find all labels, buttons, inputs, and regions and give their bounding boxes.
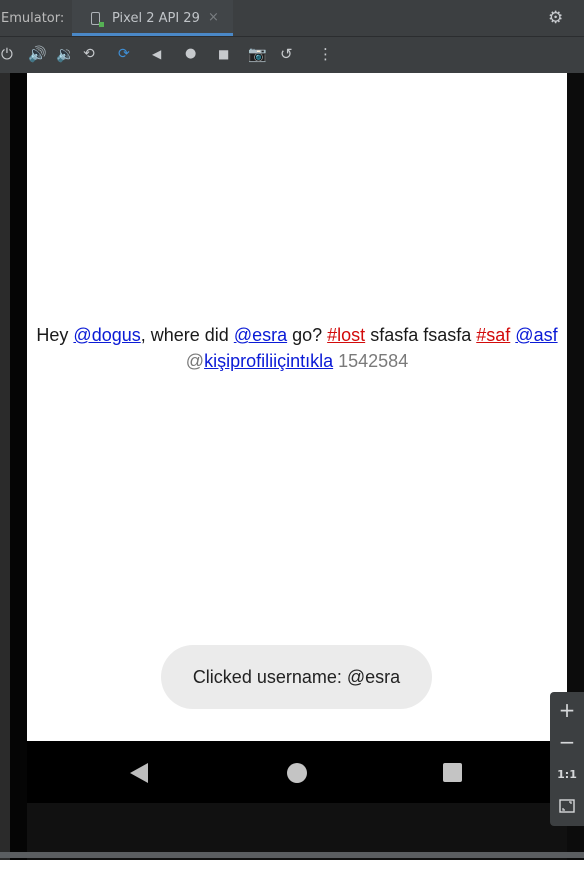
at-prefix: @ — [185, 351, 205, 371]
hashtag-link-saf[interactable]: #saf — [476, 325, 510, 345]
android-nav-bar — [27, 741, 567, 803]
rotate-left-icon[interactable]: ⟲ — [83, 45, 95, 63]
rotate-right-icon[interactable]: ⟳ — [118, 45, 130, 63]
text-segment: go? — [287, 325, 328, 345]
more-icon[interactable]: ⋮ — [318, 45, 333, 63]
device-icon — [91, 12, 104, 27]
zoom-controls: + − 1:1 — [550, 692, 584, 826]
close-tab-icon[interactable]: × — [208, 10, 219, 25]
mention-link-esra[interactable]: @esra — [234, 325, 287, 345]
toast-message: Clicked username: @esra — [161, 645, 432, 709]
gear-icon[interactable]: ⚙ — [548, 8, 563, 28]
window-bottom-border — [0, 852, 584, 858]
frame-bezel-left — [10, 73, 27, 860]
home-icon[interactable]: ● — [185, 45, 196, 63]
tab-label: Pixel 2 API 29 — [112, 11, 200, 26]
emulator-toolbar: ⏻ 🔊 🔉 ⟲ ⟳ ◀ ● ■ 📷 ↺ ⋮ — [0, 36, 584, 73]
overview-icon[interactable]: ■ — [218, 45, 229, 63]
panel-title: Emulator: — [1, 11, 65, 26]
hashtag-link-lost[interactable]: #lost — [327, 325, 365, 345]
power-icon[interactable]: ⏻ — [1, 45, 13, 63]
text-segment: sfasfa fsasfa — [365, 325, 477, 345]
back-icon[interactable]: ◀ — [152, 45, 161, 63]
nav-back-icon[interactable] — [130, 763, 148, 783]
volume-down-icon[interactable]: 🔉 — [56, 45, 75, 63]
text-segment: , where did — [140, 325, 234, 345]
fit-screen-icon[interactable] — [550, 798, 584, 817]
mention-link-asf[interactable]: @asf — [515, 325, 557, 345]
screenshot-icon[interactable]: 📷 — [248, 45, 267, 63]
mention-link-dogus[interactable]: @dogus — [73, 325, 140, 345]
volume-up-icon[interactable]: 🔊 — [28, 45, 47, 63]
zoom-out-button[interactable]: − — [550, 730, 584, 754]
zoom-in-button[interactable]: + — [550, 698, 584, 722]
text-segment: Hey — [36, 325, 74, 345]
number-text: 1542584 — [333, 351, 409, 371]
nav-recents-icon[interactable] — [443, 763, 462, 782]
profile-link[interactable]: kişiprofiliiçintıkla — [204, 351, 333, 371]
tab-pixel-2-api-29[interactable]: Pixel 2 API 29 × — [72, 0, 233, 36]
actual-size-button[interactable]: 1:1 — [550, 768, 584, 781]
frame-edge-left — [0, 73, 10, 860]
nav-home-icon[interactable] — [287, 763, 307, 783]
emulator-title-bar: Emulator: Pixel 2 API 29 × ⚙ — [0, 0, 584, 36]
app-screen: Hey @dogus, where did @esra go? #lost sf… — [27, 73, 567, 741]
snapshot-icon[interactable]: ↺ — [280, 45, 293, 63]
message-text: Hey @dogus, where did @esra go? #lost sf… — [27, 322, 567, 374]
